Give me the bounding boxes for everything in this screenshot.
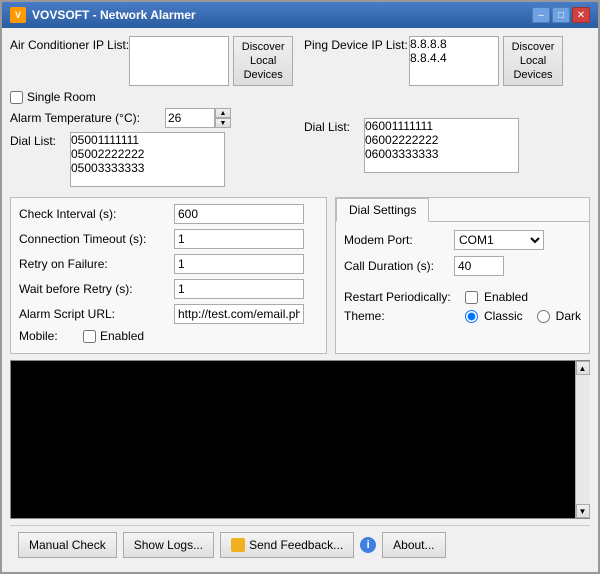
air-cond-label: Air Conditioner IP List:	[10, 36, 129, 52]
wait-retry-row: Wait before Retry (s):	[19, 279, 318, 299]
console-area: ▲ ▼	[10, 360, 590, 519]
right-dial-list-textarea[interactable]	[364, 118, 519, 173]
left-panel: Air Conditioner IP List: Discover Local …	[10, 36, 296, 191]
tab-content: Modem Port: COM1 COM2 COM3 COM4 Call Dur…	[336, 222, 589, 290]
info-icon: i	[360, 537, 376, 553]
restart-enabled-label: Enabled	[484, 290, 528, 304]
theme-classic-radio[interactable]	[465, 310, 478, 323]
conn-timeout-input[interactable]	[174, 229, 304, 249]
temp-spinner: ▲ ▼	[215, 108, 231, 128]
title-buttons: – □ ✕	[532, 7, 590, 23]
theme-dark-label: Dark	[556, 309, 581, 323]
retry-label: Retry on Failure:	[19, 257, 174, 271]
temp-input-container: ▲ ▼	[165, 108, 231, 128]
theme-row: Theme: Classic Dark	[336, 309, 589, 323]
main-content: Air Conditioner IP List: Discover Local …	[2, 28, 598, 572]
dial-settings-panel: Dial Settings Modem Port: COM1 COM2 COM3…	[335, 197, 590, 354]
restart-checkbox[interactable]	[465, 291, 478, 304]
alarm-temp-row: Alarm Temperature (°C): ▲ ▼	[10, 108, 296, 128]
ping-ip-textarea[interactable]	[409, 36, 499, 86]
restart-label: Restart Periodically:	[344, 290, 459, 304]
bottom-bar: Manual Check Show Logs... Send Feedback.…	[10, 525, 590, 564]
dial-settings-tab[interactable]: Dial Settings	[336, 198, 429, 222]
conn-timeout-row: Connection Timeout (s):	[19, 229, 318, 249]
right-panel: Ping Device IP List: Discover Local Devi…	[304, 36, 590, 191]
retry-row: Retry on Failure:	[19, 254, 318, 274]
minimize-button[interactable]: –	[532, 7, 550, 23]
mobile-checkbox[interactable]	[83, 330, 96, 343]
alarm-script-input[interactable]	[174, 304, 304, 324]
theme-label: Theme:	[344, 309, 459, 323]
alarm-script-label: Alarm Script URL:	[19, 307, 174, 321]
scroll-down-arrow[interactable]: ▼	[576, 504, 590, 518]
check-interval-label: Check Interval (s):	[19, 207, 174, 221]
mobile-enabled-label: Enabled	[100, 329, 144, 343]
app-icon: V	[10, 7, 26, 23]
restart-row: Restart Periodically: Enabled	[336, 290, 589, 304]
theme-classic-label: Classic	[484, 309, 523, 323]
send-feedback-label: Send Feedback...	[249, 538, 343, 552]
conn-timeout-label: Connection Timeout (s):	[19, 232, 174, 246]
air-cond-discover-button[interactable]: Discover Local Devices	[233, 36, 293, 86]
wait-retry-label: Wait before Retry (s):	[19, 282, 174, 296]
top-section: Air Conditioner IP List: Discover Local …	[10, 36, 590, 191]
scroll-track	[576, 375, 590, 504]
ping-label: Ping Device IP List:	[304, 36, 409, 52]
show-logs-button[interactable]: Show Logs...	[123, 532, 214, 558]
call-duration-input[interactable]	[454, 256, 504, 276]
left-dial-list-row: Dial List:	[10, 132, 296, 187]
right-spacer	[304, 90, 590, 118]
ping-row: Ping Device IP List: Discover Local Devi…	[304, 36, 590, 86]
modem-port-label: Modem Port:	[344, 233, 454, 247]
single-room-label: Single Room	[27, 90, 96, 104]
air-cond-ip-container: Discover Local Devices	[129, 36, 293, 86]
right-dial-list-row: Dial List:	[304, 118, 590, 173]
mobile-row: Mobile: Enabled	[19, 329, 318, 343]
air-cond-textarea[interactable]	[129, 36, 229, 86]
wait-retry-input[interactable]	[174, 279, 304, 299]
ping-discover-button[interactable]: Discover Local Devices	[503, 36, 563, 86]
about-button[interactable]: About...	[382, 532, 445, 558]
modem-port-select[interactable]: COM1 COM2 COM3 COM4	[454, 230, 544, 250]
single-room-row: Single Room	[10, 90, 296, 104]
check-interval-input[interactable]	[174, 204, 304, 224]
left-dial-list-textarea[interactable]	[70, 132, 225, 187]
scroll-up-arrow[interactable]: ▲	[576, 361, 590, 375]
title-bar: V VOVSOFT - Network Alarmer – □ ✕	[2, 2, 598, 28]
mobile-label: Mobile:	[19, 329, 79, 343]
alarm-script-row: Alarm Script URL:	[19, 304, 318, 324]
call-duration-label: Call Duration (s):	[344, 259, 454, 273]
modem-port-row: Modem Port: COM1 COM2 COM3 COM4	[344, 230, 581, 250]
right-dial-list-label: Dial List:	[304, 118, 364, 134]
maximize-button[interactable]: □	[552, 7, 570, 23]
middle-section: Check Interval (s): Connection Timeout (…	[10, 197, 590, 354]
manual-check-button[interactable]: Manual Check	[18, 532, 117, 558]
close-button[interactable]: ✕	[572, 7, 590, 23]
air-cond-row: Air Conditioner IP List: Discover Local …	[10, 36, 296, 86]
check-interval-row: Check Interval (s):	[19, 204, 318, 224]
retry-input[interactable]	[174, 254, 304, 274]
send-feedback-button[interactable]: Send Feedback...	[220, 532, 354, 558]
theme-dark-radio[interactable]	[537, 310, 550, 323]
call-duration-row: Call Duration (s):	[344, 256, 581, 276]
feedback-icon	[231, 538, 245, 552]
window-title: VOVSOFT - Network Alarmer	[32, 8, 196, 22]
alarm-temp-input[interactable]	[165, 108, 215, 128]
tab-header: Dial Settings	[336, 198, 589, 222]
alarm-temp-label: Alarm Temperature (°C):	[10, 111, 165, 125]
left-dial-list-label: Dial List:	[10, 132, 70, 148]
ping-ip-container: Discover Local Devices	[409, 36, 563, 86]
title-bar-left: V VOVSOFT - Network Alarmer	[10, 7, 196, 23]
single-room-checkbox[interactable]	[10, 91, 23, 104]
settings-left: Check Interval (s): Connection Timeout (…	[10, 197, 327, 354]
main-window: V VOVSOFT - Network Alarmer – □ ✕ Air Co…	[0, 0, 600, 574]
temp-spinner-down[interactable]: ▼	[215, 118, 231, 128]
console-scrollbar: ▲ ▼	[575, 361, 589, 518]
temp-spinner-up[interactable]: ▲	[215, 108, 231, 118]
